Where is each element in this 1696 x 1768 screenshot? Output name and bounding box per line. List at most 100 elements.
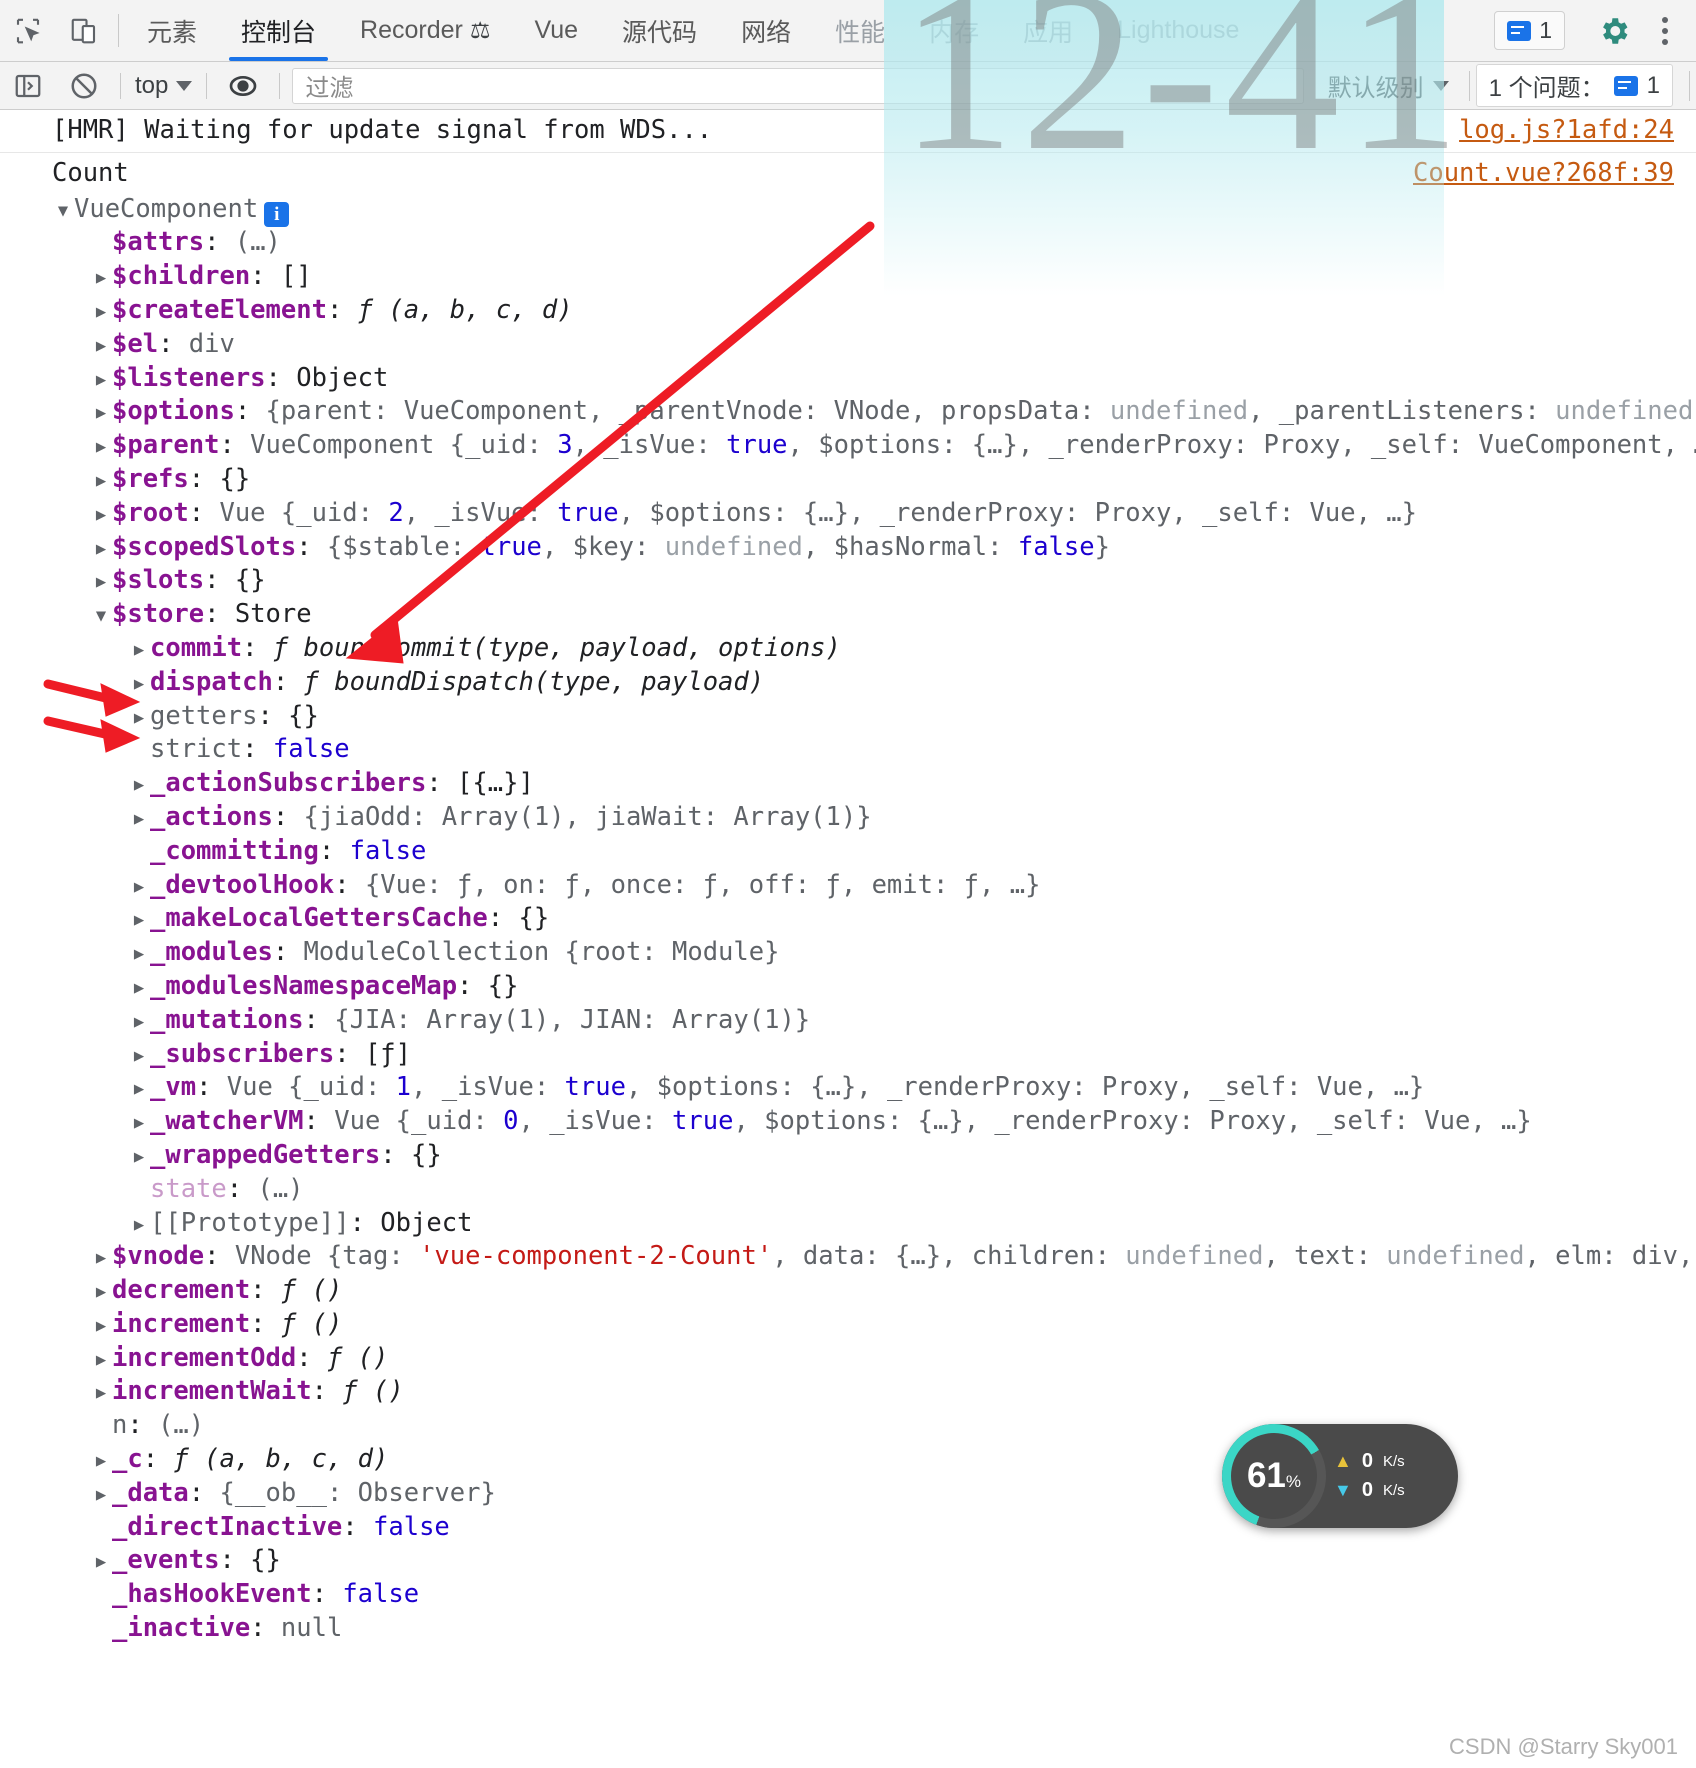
triangle-right-icon[interactable]: ▶ [90,331,112,363]
triangle-right-icon[interactable]: ▶ [90,297,112,329]
object-tree-row[interactable]: ▶ _makeLocalGettersCache: {} [52,903,1686,937]
triangle-right-icon[interactable]: ▶ [128,1210,150,1242]
filter-input[interactable]: 过滤 [292,67,1304,104]
object-tree-row[interactable]: ▶ _actionSubscribers: [{…}] [52,768,1686,802]
object-tree-row[interactable]: ▶ $vnode: VNode {tag: 'vue-component-2-Co… [52,1241,1696,1275]
triangle-right-icon[interactable]: ▶ [90,1446,112,1478]
tab-network[interactable]: 网络 [719,0,813,61]
triangle-right-icon[interactable]: ▶ [90,466,112,498]
object-tree-row[interactable]: ▶ _watcherVM: Vue {_uid: 0, _isVue: true,… [52,1106,1686,1140]
triangle-right-icon[interactable]: ▶ [90,1547,112,1579]
triangle-right-icon[interactable]: ▶ [90,1378,112,1410]
triangle-right-icon[interactable]: ▶ [90,1480,112,1512]
object-tree-row[interactable]: ▶ $el: div [52,329,1686,363]
object-tree-row[interactable]: ▶ _modules: ModuleCollection {root: Modul… [52,937,1686,971]
object-tree-row[interactable]: ▶ _devtoolHook: {Vue: ƒ, on: ƒ, once: ƒ, … [52,870,1686,904]
object-tree-row[interactable]: ▶ _subscribers: [ƒ] [52,1039,1686,1073]
tab-sources[interactable]: 源代码 [600,0,719,61]
object-tree-row[interactable]: ▶ _vm: Vue {_uid: 1, _isVue: true, $optio… [52,1072,1686,1106]
tab-vue[interactable]: Vue [512,0,600,61]
triangle-right-icon[interactable]: ▶ [90,398,112,430]
object-tree-row[interactable]: ▶ incrementWait: ƒ () [52,1376,1686,1410]
console-message-count[interactable]: Count Count.vue?268f:39 [0,153,1696,190]
object-tree-row[interactable]: ▶ $createElement: ƒ (a, b, c, d) [52,295,1686,329]
execution-context-selector[interactable]: top [129,72,198,100]
device-toolbar-icon[interactable] [56,0,112,61]
triangle-down-icon[interactable]: ▼ [90,601,112,633]
network-speed-widget[interactable]: 61% ▲ 0 K/s ▼ 0 K/s [1222,1424,1458,1528]
object-tree-row[interactable]: ▶ [[Prototype]]: Object [52,1208,1686,1242]
triangle-right-icon[interactable]: ▶ [128,905,150,937]
issues-chip-button[interactable]: 1 [1494,11,1565,50]
object-tree-row[interactable]: ▶ $children: [] [52,261,1686,295]
object-tree-row[interactable]: ▶ $refs: {} [52,464,1686,498]
tab-recorder[interactable]: Recorder ⚖ [338,0,512,61]
object-tree-row[interactable]: ▶ dispatch: ƒ boundDispatch(type, payload… [52,667,1686,701]
triangle-right-icon[interactable]: ▶ [128,804,150,836]
triangle-right-icon[interactable]: ▶ [90,365,112,397]
clear-console-icon[interactable] [56,71,112,101]
triangle-right-icon[interactable]: ▶ [128,973,150,1005]
tab-performance[interactable]: 性能 [813,0,907,61]
object-tree-row[interactable]: ▶ _events: {} [52,1545,1686,1579]
triangle-right-icon[interactable]: ▶ [128,939,150,971]
triangle-right-icon[interactable]: ▶ [90,1243,112,1275]
triangle-right-icon[interactable]: ▶ [128,872,150,904]
triangle-right-icon[interactable]: ▶ [90,432,112,464]
triangle-right-icon[interactable]: ▶ [128,1074,150,1106]
triangle-right-icon[interactable]: ▶ [128,703,150,735]
object-tree-row[interactable]: ▶ getters: {} [52,701,1686,735]
object-tree-row[interactable]: ▶ $slots: {} [52,565,1686,599]
tab-application[interactable]: 应用 [1001,0,1095,61]
object-tree-row[interactable]: ▶ incrementOdd: ƒ () [52,1343,1686,1377]
console-sidebar-icon[interactable] [0,71,56,101]
object-tree-row[interactable]: ▶_directInactive: false [52,1512,1686,1546]
object-tree-row[interactable]: ▶ _wrappedGetters: {} [52,1140,1686,1174]
object-tree-row[interactable]: ▶_committing: false [52,836,1686,870]
object-tree-row[interactable]: ▶ decrement: ƒ () [52,1275,1686,1309]
object-tree-row[interactable]: ▶ increment: ƒ () [52,1309,1686,1343]
object-tree-row[interactable]: ▶ $listeners: Object [52,363,1686,397]
gear-icon[interactable] [1586,14,1642,48]
object-tree-row[interactable]: ▶$attrs: (…) [52,227,1686,261]
triangle-right-icon[interactable]: ▶ [90,500,112,532]
object-tree-row[interactable]: ▶strict: false [52,734,1686,768]
object-tree-row[interactable]: ▶ _modulesNamespaceMap: {} [52,971,1686,1005]
object-tree-row[interactable]: ▶ $root: Vue {_uid: 2, _isVue: true, $opt… [52,498,1686,532]
triangle-right-icon[interactable]: ▶ [128,1041,150,1073]
triangle-down-icon[interactable]: ▼ [52,196,74,228]
inspect-element-icon[interactable] [0,0,56,61]
triangle-right-icon[interactable]: ▶ [90,1345,112,1377]
object-tree-row[interactable]: ▶ $scopedSlots: {$stable: true, $key: und… [52,532,1686,566]
triangle-right-icon[interactable]: ▶ [90,534,112,566]
triangle-right-icon[interactable]: ▶ [90,1311,112,1343]
object-tree-row[interactable]: ▶ _actions: {jiaOdd: Array(1), jiaWait: A… [52,802,1686,836]
object-tree-row[interactable]: ▶ $parent: VueComponent {_uid: 3, _isVue:… [52,430,1696,464]
source-link[interactable]: Count.vue?268f:39 [1413,158,1674,190]
triangle-right-icon[interactable]: ▶ [90,263,112,295]
object-tree-row[interactable]: ▶ _mutations: {JIA: Array(1), JIAN: Array… [52,1005,1686,1039]
source-link[interactable]: log.js?1afd:24 [1459,115,1674,147]
triangle-right-icon[interactable]: ▶ [128,1108,150,1140]
log-level-selector[interactable]: 默认级别 [1314,68,1463,103]
kebab-menu-icon[interactable] [1642,16,1688,45]
object-tree-root[interactable]: ▼ VueComponent i [52,194,1686,228]
tab-lighthouse[interactable]: Lighthouse [1095,0,1261,61]
triangle-right-icon[interactable]: ▶ [128,1007,150,1039]
triangle-right-icon[interactable]: ▶ [128,669,150,701]
object-tree-row[interactable]: ▶_hasHookEvent: false [52,1579,1686,1613]
issues-status-button[interactable]: 1 个问题： 1 [1475,64,1673,107]
triangle-right-icon[interactable]: ▶ [90,567,112,599]
triangle-right-icon[interactable]: ▶ [128,635,150,667]
triangle-right-icon[interactable]: ▶ [128,770,150,802]
object-tree-row[interactable]: ▶ $options: {parent: VueComponent, _paren… [52,396,1696,430]
live-expression-icon[interactable] [215,70,271,102]
object-tree-row[interactable]: ▶ commit: ƒ boundCommit(type, payload, op… [52,633,1686,667]
triangle-right-icon[interactable]: ▶ [90,1277,112,1309]
triangle-right-icon[interactable]: ▶ [128,1142,150,1174]
info-icon[interactable]: i [264,201,290,227]
object-tree-row[interactable]: ▼ $store: Store [52,599,1686,633]
tab-elements[interactable]: 元素 [125,0,219,61]
console-message-hmr[interactable]: [HMR] Waiting for update signal from WDS… [0,110,1696,153]
tab-console[interactable]: 控制台 [219,0,338,61]
